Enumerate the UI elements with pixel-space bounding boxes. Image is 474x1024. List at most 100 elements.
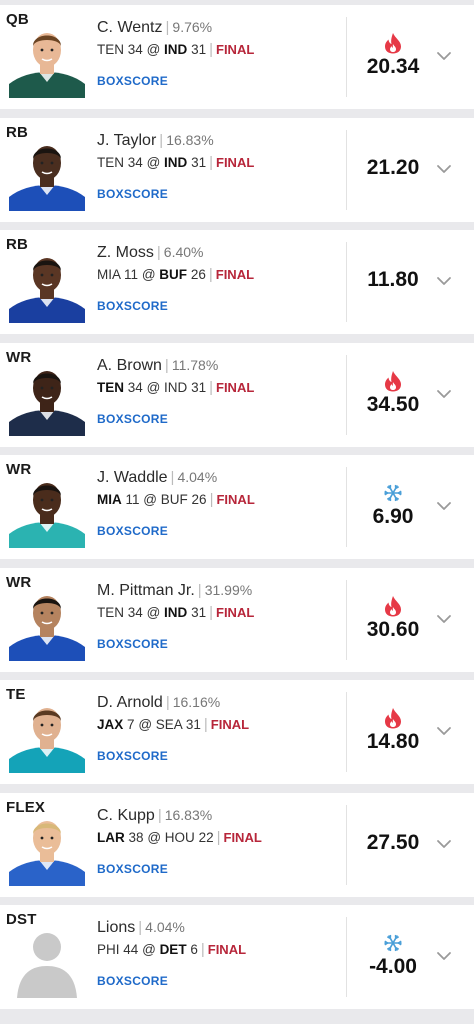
chevron-down-icon[interactable] — [436, 162, 452, 174]
points-area: 34.50 — [347, 343, 474, 447]
player-row[interactable]: TE D. Arnold | 16.16% JAX 7 @ SEA 31 | FINAL BO… — [0, 680, 474, 784]
game-status-final: FINAL — [223, 829, 262, 845]
player-name[interactable]: C. Kupp — [97, 807, 155, 824]
at-symbol: @ — [146, 154, 161, 170]
game-score-line: TEN 34 @ IND 31 | FINAL — [97, 41, 254, 58]
player-headshot[interactable] — [9, 582, 85, 661]
game-status-final: FINAL — [216, 154, 255, 170]
separator: | — [209, 491, 214, 508]
player-info: J. Waddle | 4.04% MIA 11 @ BUF 26 | FINAL BOXS… — [94, 455, 346, 559]
fantasy-points: 30.60 — [366, 617, 420, 641]
boxscore-link[interactable]: BOXSCORE — [97, 974, 168, 988]
home-team: HOU — [164, 829, 195, 845]
ownership-percent: 11.78% — [171, 356, 219, 373]
boxscore-link[interactable]: BOXSCORE — [97, 412, 168, 426]
chevron-down-icon[interactable] — [436, 387, 452, 399]
player-name[interactable]: Lions — [97, 919, 135, 936]
chevron-down-icon[interactable] — [436, 724, 452, 736]
away-team: MIA — [97, 492, 122, 507]
home-score: 31 — [185, 717, 201, 732]
at-symbol: @ — [147, 829, 162, 845]
player-name[interactable]: J. Taylor — [97, 132, 156, 149]
player-row[interactable]: WR M. Pittman Jr. | 31.99% TEN 34 @ IND 31 | F… — [0, 567, 474, 672]
chevron-down-icon[interactable] — [436, 837, 452, 849]
player-row[interactable]: DST Lions | 4.04% PHI 44 @ DET 6 | FINAL BOXSCO… — [0, 905, 474, 1009]
boxscore-link[interactable]: BOXSCORE — [97, 187, 168, 201]
separator: | — [165, 19, 170, 36]
at-symbol: @ — [138, 717, 153, 732]
points-area: 20.34 — [347, 5, 474, 109]
position-label: TE — [6, 686, 26, 703]
game-score-line: TEN 34 @ IND 31 | FINAL — [97, 604, 254, 621]
player-row[interactable]: WR J. Waddle | 4.04% MIA 11 @ BUF 26 | FINAL BO… — [0, 455, 474, 559]
home-team: IND — [164, 379, 188, 395]
player-row[interactable]: FLEX C. Kupp | 16.83% LAR 38 @ HOU 22 | FINAL B… — [0, 792, 474, 897]
ownership-percent: 31.99% — [204, 581, 253, 598]
home-score: 22 — [198, 829, 214, 845]
player-name-line: Z. Moss | 6.40% — [97, 244, 204, 262]
player-name-line: Lions | 4.04% — [97, 919, 185, 937]
chevron-down-icon[interactable] — [436, 274, 452, 286]
away-score: 44 — [123, 942, 139, 957]
player-name[interactable]: A. Brown — [97, 357, 162, 374]
player-info: Lions | 4.04% PHI 44 @ DET 6 | FINAL BOXSCORE — [94, 905, 346, 1009]
player-headshot[interactable] — [9, 470, 85, 548]
chevron-down-icon[interactable] — [436, 499, 452, 511]
position-label: FLEX — [6, 798, 46, 816]
player-headshot[interactable] — [9, 357, 85, 436]
player-photo-area: QB — [0, 5, 94, 109]
player-info: D. Arnold | 16.16% JAX 7 @ SEA 31 | FINAL BOXS… — [94, 680, 346, 784]
home-score: 31 — [191, 154, 207, 170]
at-symbol: @ — [143, 492, 158, 507]
boxscore-link[interactable]: BOXSCORE — [97, 862, 168, 876]
player-name[interactable]: D. Arnold — [97, 694, 163, 711]
fire-icon — [383, 595, 403, 617]
player-headshot[interactable] — [9, 20, 85, 98]
boxscore-link[interactable]: BOXSCORE — [97, 524, 168, 538]
at-symbol: @ — [146, 379, 161, 395]
player-row[interactable]: QB C. Wentz | 9.76% TEN 34 @ IND 31 | FINAL BOX… — [0, 5, 474, 109]
boxscore-link[interactable]: BOXSCORE — [97, 749, 168, 763]
home-score: 31 — [191, 379, 207, 395]
player-headshot[interactable] — [9, 807, 85, 886]
away-team: JAX — [97, 717, 124, 732]
at-symbol: @ — [141, 267, 156, 282]
player-name[interactable]: J. Waddle — [97, 469, 168, 486]
player-headshot[interactable] — [9, 132, 85, 211]
fantasy-points: 20.34 — [366, 55, 420, 78]
player-photo-area: RB — [0, 118, 94, 222]
player-headshot[interactable] — [9, 245, 85, 323]
separator: | — [203, 716, 208, 733]
game-status-final: FINAL — [216, 492, 255, 507]
home-score: 6 — [190, 942, 198, 957]
chevron-down-icon[interactable] — [436, 49, 452, 61]
boxscore-link[interactable]: BOXSCORE — [97, 637, 168, 651]
chevron-down-icon[interactable] — [436, 949, 452, 961]
player-name-line: C. Wentz | 9.76% — [97, 19, 212, 37]
away-score: 34 — [127, 42, 143, 57]
boxscore-link[interactable]: BOXSCORE — [97, 299, 168, 313]
home-team: SEA — [155, 717, 183, 732]
player-info: J. Taylor | 16.83% TEN 34 @ IND 31 | FINAL BOX… — [94, 118, 346, 222]
player-row[interactable]: WR A. Brown | 11.78% TEN 34 @ IND 31 | FINAL BO… — [0, 342, 474, 447]
away-score: 38 — [128, 829, 144, 845]
player-name[interactable]: C. Wentz — [97, 19, 163, 36]
player-headshot[interactable] — [9, 920, 85, 998]
home-team: IND — [164, 154, 188, 170]
boxscore-link[interactable]: BOXSCORE — [97, 74, 168, 88]
separator: | — [170, 469, 175, 486]
ownership-percent: 4.04% — [145, 919, 185, 935]
separator: | — [209, 378, 213, 396]
player-info: Z. Moss | 6.40% MIA 11 @ BUF 26 | FINAL BOXSCO… — [94, 230, 346, 334]
player-row[interactable]: RB Z. Moss | 6.40% MIA 11 @ BUF 26 | FINAL BOXS… — [0, 230, 474, 334]
snowflake-icon — [383, 933, 403, 953]
player-name-line: D. Arnold | 16.16% — [97, 694, 220, 712]
away-score: 34 — [127, 154, 143, 170]
position-label: DST — [6, 911, 37, 928]
player-row[interactable]: RB J. Taylor | 16.83% TEN 34 @ IND 31 | FINAL B… — [0, 117, 474, 222]
player-info: C. Kupp | 16.83% LAR 38 @ HOU 22 | FINAL BOXSC… — [94, 793, 346, 897]
chevron-down-icon[interactable] — [436, 612, 452, 624]
player-name[interactable]: Z. Moss — [97, 244, 154, 261]
player-name[interactable]: M. Pittman Jr. — [97, 582, 195, 599]
player-headshot[interactable] — [9, 695, 85, 773]
